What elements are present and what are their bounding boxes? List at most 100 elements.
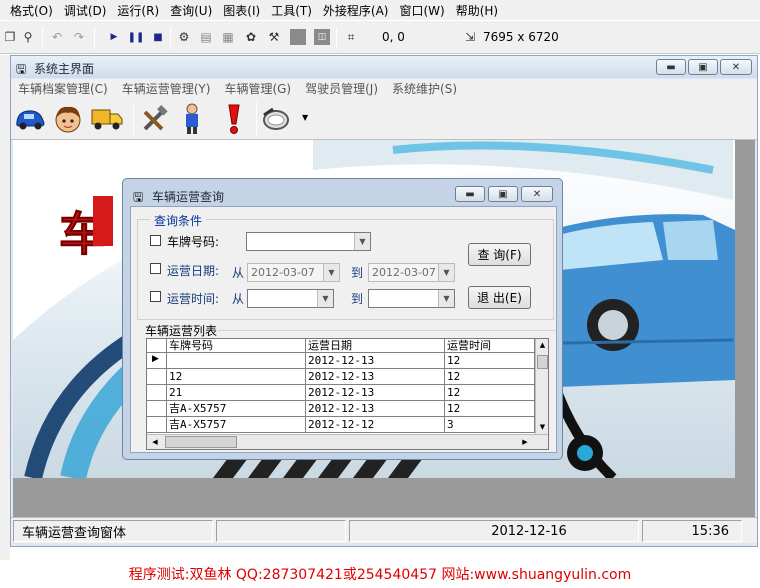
cell-date[interactable]: 2012-12-13 [306, 353, 445, 369]
main-menu-bar: 车辆档案管理(C) 车辆运营管理(Y) 车辆管理(G) 驾驶员管理(J) 系统维… [11, 79, 757, 98]
row-indicator[interactable] [147, 369, 167, 385]
dialog-close-button[interactable]: ✕ [521, 186, 553, 202]
cell-date[interactable]: 2012-12-13 [306, 369, 445, 385]
dialog-minimize-button[interactable]: ▬ [455, 186, 485, 202]
date-from-picker[interactable]: 2012-03-07 ▼ [247, 263, 340, 282]
cell-plate[interactable]: 吉A-X5757 [167, 401, 306, 417]
time-to-combo[interactable]: ▼ [368, 289, 455, 308]
cell-plate[interactable] [167, 353, 306, 369]
data-view-icon[interactable] [290, 29, 306, 45]
find-icon[interactable]: ⚲ [20, 29, 36, 45]
grid-corner [147, 339, 167, 353]
cell-date[interactable]: 2012-12-13 [306, 401, 445, 417]
row-indicator[interactable]: ▶ [147, 353, 167, 369]
minimize-button[interactable]: ▬ [656, 59, 686, 75]
ide-menu-addins[interactable]: 外接程序(A) [323, 2, 389, 19]
time-to-label: 到 [351, 292, 364, 306]
column-header-time[interactable]: 运营时间 [445, 339, 535, 353]
cell-time[interactable]: 12 [445, 401, 535, 417]
position-icon: ⌗ [347, 29, 355, 44]
plate-combo[interactable]: ▼ [246, 232, 371, 251]
scroll-left-icon[interactable]: ◀ [149, 436, 161, 448]
query-button[interactable]: 查 询(F) [468, 243, 531, 266]
menu-vehicle-management[interactable]: 车辆管理(G) [224, 80, 291, 97]
ide-menu-bar: 格式(O) 调试(D) 运行(R) 查询(U) 图表(I) 工具(T) 外接程序… [0, 0, 760, 20]
car-icon[interactable] [13, 103, 47, 135]
chevron-down-icon: ▼ [317, 290, 333, 307]
menu-system-maintenance[interactable]: 系统维护(S) [392, 80, 457, 97]
ide-menu-help[interactable]: 帮助(H) [456, 2, 498, 19]
ide-menu-debug[interactable]: 调试(D) [64, 2, 107, 19]
horizontal-scrollbar[interactable]: ◀ ▶ [147, 434, 548, 449]
ide-menu-query[interactable]: 查询(U) [170, 2, 212, 19]
vertical-scroll-thumb[interactable] [537, 355, 548, 369]
redo-icon[interactable]: ↷ [71, 29, 87, 45]
date-from-value: 2012-03-07 [251, 266, 315, 279]
driver-face-icon[interactable] [51, 103, 85, 135]
project-explorer-icon[interactable]: ⚙ [176, 29, 192, 45]
plate-checkbox[interactable] [150, 235, 161, 246]
menu-vehicle-records[interactable]: 车辆档案管理(C) [18, 80, 108, 97]
cell-time[interactable]: 3 [445, 417, 535, 433]
cell-plate[interactable]: 吉A-X5757 [167, 417, 306, 433]
toolbox-icon[interactable]: ⚒ [266, 29, 282, 45]
tools-icon[interactable] [138, 103, 172, 135]
cell-time[interactable]: 12 [445, 353, 535, 369]
cell-date[interactable]: 2012-12-12 [306, 417, 445, 433]
ide-menu-tools[interactable]: 工具(T) [271, 2, 312, 19]
row-indicator[interactable] [147, 401, 167, 417]
properties-icon[interactable]: ▤ [198, 29, 214, 45]
row-indicator[interactable] [147, 385, 167, 401]
chevron-down-icon: ▼ [323, 264, 339, 281]
component-manager-icon[interactable]: ◫ [314, 29, 330, 45]
dialog-maximize-button[interactable]: ▣ [488, 186, 518, 202]
column-header-date[interactable]: 运营日期 [306, 339, 445, 353]
stop-icon[interactable]: ■ [150, 29, 166, 45]
copy-icon[interactable]: ❐ [2, 29, 18, 45]
date-checkbox[interactable] [150, 263, 161, 274]
column-header-plate[interactable]: 车牌号码 [167, 339, 306, 353]
person-icon[interactable] [175, 103, 209, 135]
dropdown-arrow-icon[interactable]: ▼ [302, 113, 308, 122]
size-readout: 7695 x 6720 [483, 30, 559, 44]
close-button[interactable]: ✕ [720, 59, 752, 75]
run-icon[interactable]: ▶ [106, 29, 122, 45]
cell-plate[interactable]: 21 [167, 385, 306, 401]
menu-driver-management[interactable]: 驾驶员管理(J) [305, 80, 378, 97]
ide-menu-chart[interactable]: 图表(I) [223, 2, 260, 19]
pause-icon[interactable]: ❚❚ [128, 29, 145, 45]
main-window-titlebar [11, 56, 757, 78]
plate-label: 车牌号码: [167, 235, 220, 249]
undo-icon[interactable]: ↶ [49, 29, 65, 45]
operation-list-grid[interactable]: 车牌号码 运营日期 运营时间 ▶ 2012-12-13 12 12 2012-1… [146, 338, 549, 450]
search-magnifier-icon[interactable] [261, 103, 295, 135]
object-browser-icon[interactable]: ✿ [243, 29, 259, 45]
date-to-picker[interactable]: 2012-03-07 ▼ [368, 263, 455, 282]
dialog-title: 车辆运营查询 [152, 190, 225, 204]
time-checkbox[interactable] [150, 291, 161, 302]
ide-menu-run[interactable]: 运行(R) [117, 2, 159, 19]
cell-date[interactable]: 2012-12-13 [306, 385, 445, 401]
horizontal-scroll-thumb[interactable] [165, 436, 237, 448]
date-label: 运营日期: [167, 264, 220, 278]
scroll-up-icon[interactable]: ▲ [536, 339, 548, 352]
main-window-title: 系统主界面 [34, 62, 95, 76]
maximize-button[interactable]: ▣ [688, 59, 718, 75]
form-layout-icon[interactable]: ▦ [220, 29, 236, 45]
cell-time[interactable]: 12 [445, 385, 535, 401]
time-from-combo[interactable]: ▼ [247, 289, 334, 308]
truck-icon[interactable] [90, 103, 124, 135]
scroll-right-icon[interactable]: ▶ [519, 436, 531, 448]
cell-time[interactable]: 12 [445, 369, 535, 385]
vertical-scrollbar[interactable]: ▲ ▼ [535, 339, 548, 434]
row-indicator[interactable] [147, 417, 167, 433]
ide-menu-format[interactable]: 格式(O) [10, 2, 53, 19]
alert-icon[interactable] [217, 103, 251, 135]
scroll-down-icon[interactable]: ▼ [536, 421, 548, 434]
menu-vehicle-operation[interactable]: 车辆运营管理(Y) [122, 80, 211, 97]
date-from-label: 从 [232, 266, 245, 280]
toolbar-separator [170, 27, 171, 49]
cell-plate[interactable]: 12 [167, 369, 306, 385]
ide-menu-window[interactable]: 窗口(W) [399, 2, 444, 19]
exit-button[interactable]: 退 出(E) [468, 286, 531, 309]
